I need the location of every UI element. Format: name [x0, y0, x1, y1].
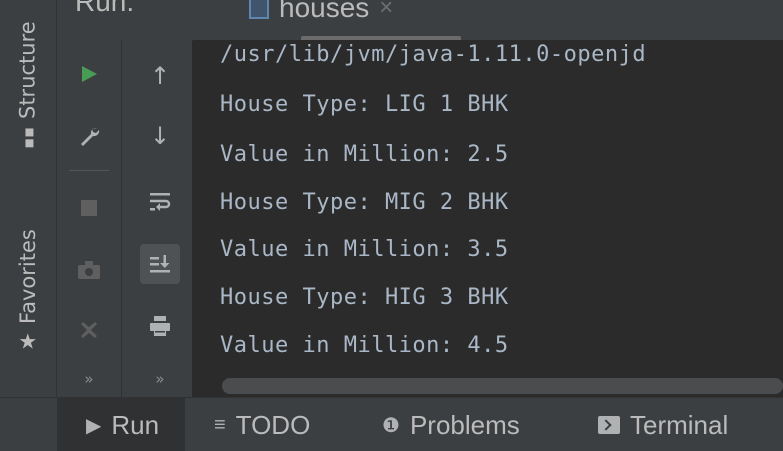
structure-tab-label: Structure [16, 21, 41, 120]
settings-button[interactable] [69, 116, 109, 156]
run-toolbar-primary: » [57, 40, 121, 397]
close-icon[interactable]: × [379, 0, 393, 22]
console-line: House Type: MIG 2 BHK [220, 190, 509, 215]
horizontal-scrollbar[interactable] [222, 378, 783, 394]
terminal-icon [598, 416, 620, 434]
tab-houses-label: houses [279, 0, 370, 23]
run-icon [82, 66, 97, 82]
structure-icon: ▪▪ [18, 127, 38, 149]
camera-icon [78, 261, 100, 279]
stop-button[interactable] [69, 188, 109, 228]
console-line: Value in Million: 2.5 [220, 142, 509, 167]
console-line: Value in Million: 4.5 [220, 333, 509, 358]
next-occurrence-button[interactable]: ↓ [140, 116, 180, 156]
scroll-to-end-icon [150, 255, 170, 273]
left-tool-stripe: ▪▪ Structure ★ Favorites [0, 0, 57, 397]
print-button[interactable] [140, 306, 180, 346]
bottom-tab-problems-label: Problems [409, 409, 520, 440]
more-actions-icon[interactable]: » [69, 370, 109, 388]
play-icon: ▶ [86, 414, 102, 437]
exit-icon [81, 322, 97, 338]
console-line: House Type: HIG 3 BHK [220, 285, 509, 310]
scroll-to-end-button[interactable] [140, 244, 180, 284]
tab-houses[interactable]: houses × [249, 0, 393, 30]
star-icon: ★ [18, 329, 38, 354]
console-output[interactable]: /usr/lib/jvm/java-1.11.0-openjd House Ty… [194, 40, 783, 397]
console-line: Value in Million: 3.5 [220, 237, 509, 262]
rerun-button[interactable] [69, 54, 109, 94]
ide-run-window: ▪▪ Structure ★ Favorites Run: houses × »… [0, 0, 783, 451]
bottom-tab-todo[interactable]: ≡ TODO [214, 398, 310, 451]
app-window-icon [249, 0, 269, 19]
favorites-tool-tab[interactable]: ★ Favorites [0, 190, 56, 390]
list-icon: ≡ [214, 413, 226, 436]
print-icon [150, 316, 170, 336]
console-line: /usr/lib/jvm/java-1.11.0-openjd [220, 42, 647, 67]
wrench-icon [81, 127, 100, 146]
bottom-tab-terminal[interactable]: Terminal [598, 398, 728, 451]
structure-tool-tab[interactable]: ▪▪ Structure [0, 0, 56, 170]
toolbar-separator [69, 170, 109, 171]
favorites-tab-label: Favorites [16, 229, 40, 325]
run-tool-window-header: Run: houses × [57, 0, 783, 41]
console-line: House Type: LIG 1 BHK [220, 92, 509, 117]
run-header-title: Run: [75, 0, 135, 17]
previous-occurrence-button[interactable]: ↑ [140, 56, 180, 96]
dump-threads-button[interactable] [69, 250, 109, 290]
bottom-tool-bar: ▶ Run ≡ TODO ❶ Problems Terminal [0, 397, 783, 451]
bottom-tab-problems[interactable]: ❶ Problems [382, 398, 520, 451]
exit-button[interactable] [69, 310, 109, 350]
soft-wrap-icon [150, 193, 171, 211]
down-arrow-icon: ↓ [149, 122, 171, 150]
bottom-tab-terminal-label: Terminal [630, 409, 729, 440]
run-toolbar-secondary: ↑ ↓ » [128, 40, 192, 397]
stop-icon [81, 200, 97, 216]
up-arrow-icon: ↑ [149, 62, 171, 90]
bottom-tab-run-label: Run [111, 409, 160, 440]
bottom-tab-todo-label: TODO [235, 409, 311, 440]
bottom-tab-run[interactable]: ▶ Run [86, 398, 159, 451]
more-actions-icon[interactable]: » [140, 370, 180, 388]
info-icon: ❶ [382, 414, 400, 437]
soft-wrap-button[interactable] [140, 182, 180, 222]
